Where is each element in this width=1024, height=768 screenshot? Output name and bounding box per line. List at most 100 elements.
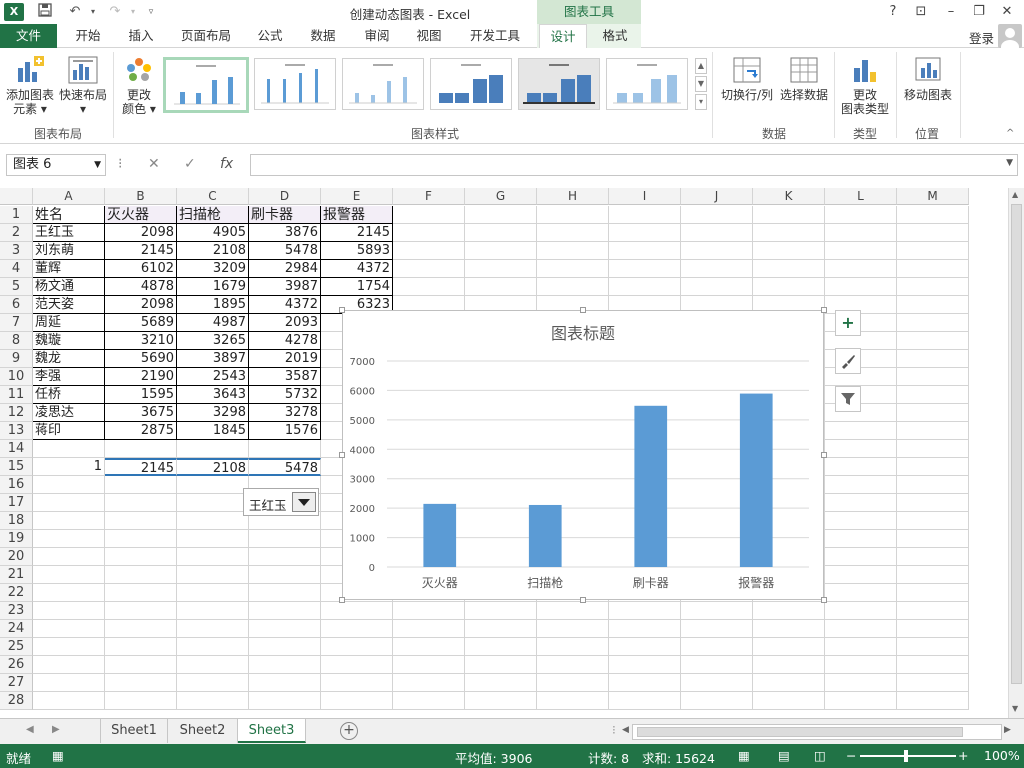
cell[interactable]	[249, 638, 321, 656]
cell[interactable]	[105, 602, 177, 620]
cell[interactable]	[321, 674, 393, 692]
cell[interactable]	[825, 602, 897, 620]
row-header-3[interactable]: 3	[0, 242, 33, 260]
table-cell[interactable]: 4372	[249, 296, 321, 314]
cell[interactable]	[825, 440, 897, 458]
cell[interactable]	[321, 602, 393, 620]
cell[interactable]	[393, 224, 465, 242]
cell[interactable]	[825, 548, 897, 566]
cell[interactable]	[753, 242, 825, 260]
cell[interactable]	[393, 638, 465, 656]
cell[interactable]	[681, 206, 753, 224]
cell[interactable]	[105, 548, 177, 566]
table-cell[interactable]: 范天姿	[33, 296, 105, 314]
cell[interactable]	[753, 224, 825, 242]
enter-icon[interactable]: ✓	[184, 156, 196, 172]
cell[interactable]	[249, 530, 321, 548]
cell[interactable]	[249, 584, 321, 602]
table-cell[interactable]: 4372	[321, 260, 393, 278]
table-header-cell[interactable]: 姓名	[33, 206, 105, 224]
table-header-cell[interactable]: 刷卡器	[249, 206, 321, 224]
vertical-scrollbar[interactable]: ▲ ▼	[1008, 188, 1024, 718]
cell[interactable]	[681, 620, 753, 638]
customize-qat-icon[interactable]: ▿	[142, 3, 160, 21]
insert-function-icon[interactable]: fx	[220, 156, 233, 172]
cell[interactable]	[177, 530, 249, 548]
cell[interactable]	[897, 314, 969, 332]
new-sheet-icon[interactable]: +	[340, 722, 358, 740]
cell[interactable]	[609, 674, 681, 692]
row-header-15[interactable]: 15	[0, 458, 33, 476]
table-cell[interactable]: 3675	[105, 404, 177, 422]
column-header-F[interactable]: F	[393, 188, 465, 205]
row-header-9[interactable]: 9	[0, 350, 33, 368]
table-cell[interactable]: 2190	[105, 368, 177, 386]
table-cell[interactable]: 任桥	[33, 386, 105, 404]
cell[interactable]	[33, 566, 105, 584]
cell[interactable]	[681, 224, 753, 242]
column-header-C[interactable]: C	[177, 188, 249, 205]
table-cell[interactable]: 2984	[249, 260, 321, 278]
table-cell[interactable]: 2019	[249, 350, 321, 368]
tab-sheet2[interactable]: Sheet2	[168, 719, 238, 743]
collapse-ribbon-icon[interactable]: ^	[1006, 128, 1014, 139]
cell[interactable]	[825, 278, 897, 296]
row-header-23[interactable]: 23	[0, 602, 33, 620]
cell[interactable]	[249, 692, 321, 710]
cell[interactable]	[105, 476, 177, 494]
zoom-in-icon[interactable]: +	[958, 748, 968, 763]
tab-format[interactable]: 格式	[592, 24, 638, 48]
cell[interactable]	[177, 620, 249, 638]
cell[interactable]	[897, 602, 969, 620]
cell[interactable]	[465, 278, 537, 296]
table-cell[interactable]: 6102	[105, 260, 177, 278]
cell[interactable]	[897, 332, 969, 350]
cell[interactable]	[897, 476, 969, 494]
cell[interactable]	[825, 494, 897, 512]
row-header-27[interactable]: 27	[0, 674, 33, 692]
row-header-2[interactable]: 2	[0, 224, 33, 242]
close-icon[interactable]: ✕	[996, 2, 1018, 22]
cell[interactable]	[393, 620, 465, 638]
cell[interactable]	[897, 260, 969, 278]
row-header-17[interactable]: 17	[0, 494, 33, 512]
cell[interactable]	[897, 242, 969, 260]
cell[interactable]	[681, 656, 753, 674]
table-cell[interactable]: 3210	[105, 332, 177, 350]
row-header-11[interactable]: 11	[0, 386, 33, 404]
gallery-more-icon[interactable]: ▾	[695, 94, 707, 110]
chart-style-4[interactable]	[430, 58, 512, 110]
table-cell[interactable]: 3209	[177, 260, 249, 278]
cell[interactable]	[249, 602, 321, 620]
column-header-G[interactable]: G	[465, 188, 537, 205]
cell[interactable]	[177, 584, 249, 602]
cell[interactable]	[105, 530, 177, 548]
table-cell[interactable]: 杨文通	[33, 278, 105, 296]
cell[interactable]	[249, 656, 321, 674]
cell[interactable]	[177, 512, 249, 530]
cell[interactable]	[249, 440, 321, 458]
cell[interactable]	[321, 692, 393, 710]
cell[interactable]	[177, 602, 249, 620]
cell[interactable]	[321, 620, 393, 638]
name-box-dropdown-icon[interactable]: ▼	[94, 155, 101, 175]
table-cell[interactable]: 3987	[249, 278, 321, 296]
cell[interactable]	[249, 548, 321, 566]
cell[interactable]	[537, 242, 609, 260]
name-box[interactable]: 图表 6 ▼	[6, 154, 106, 176]
cell[interactable]	[33, 476, 105, 494]
row-header-8[interactable]: 8	[0, 332, 33, 350]
resize-handle[interactable]	[821, 307, 827, 313]
cell[interactable]	[609, 206, 681, 224]
cell[interactable]	[825, 206, 897, 224]
cell[interactable]	[537, 620, 609, 638]
ribbon-display-icon[interactable]: ⊡	[910, 2, 932, 22]
cell[interactable]	[177, 656, 249, 674]
cell[interactable]	[681, 638, 753, 656]
cell[interactable]	[465, 674, 537, 692]
table-cell[interactable]: 3897	[177, 350, 249, 368]
quick-layout-button[interactable]: 快速布局 ▾	[58, 54, 108, 120]
resize-handle[interactable]	[339, 452, 345, 458]
row-header-6[interactable]: 6	[0, 296, 33, 314]
cell[interactable]	[825, 512, 897, 530]
